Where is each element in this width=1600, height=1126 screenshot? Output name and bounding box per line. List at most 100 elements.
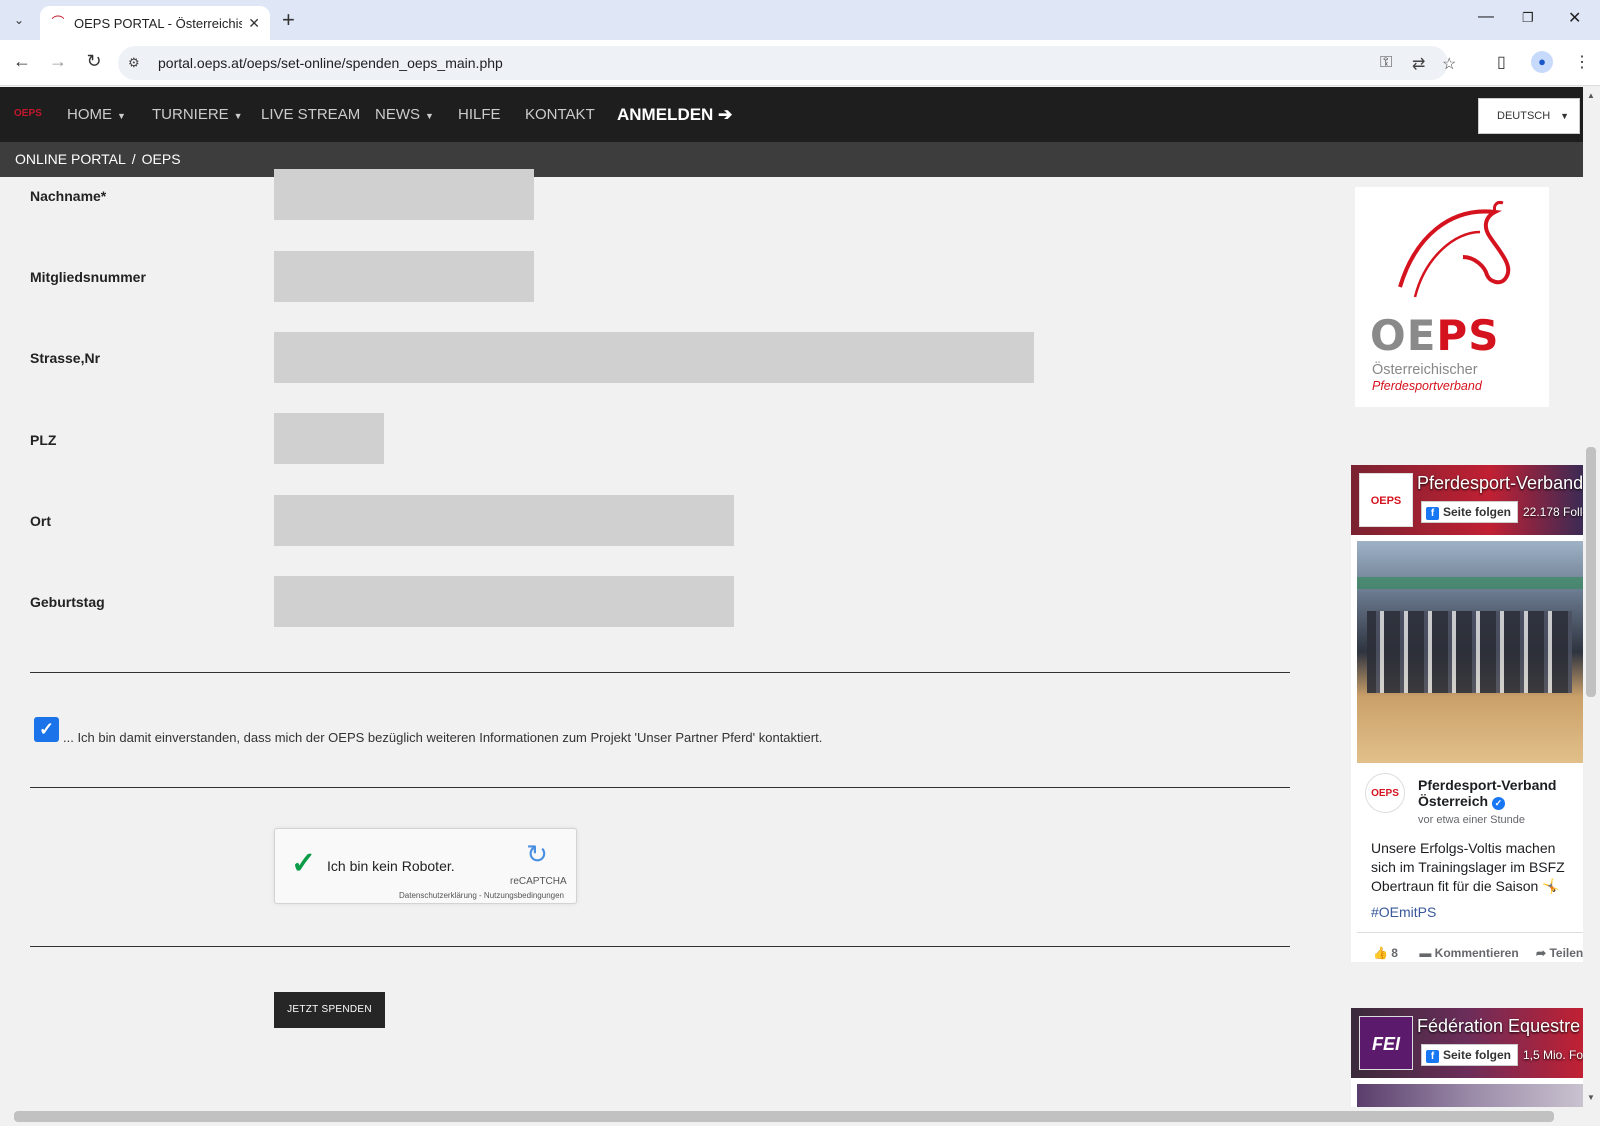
nav-live-stream-label: LIVE STREAM xyxy=(261,106,361,123)
consent-checkbox[interactable]: ✓ xyxy=(34,717,59,742)
forward-icon[interactable]: → xyxy=(46,51,70,72)
fb-follow-label: Seite folgen xyxy=(1443,1048,1512,1062)
nav-live-stream[interactable]: LIVE STREAM xyxy=(261,87,360,142)
geburtstag-input[interactable] xyxy=(274,576,734,627)
nav-turniere[interactable]: TURNIERE ▼ xyxy=(152,87,243,142)
photo-group xyxy=(1367,611,1572,693)
divider xyxy=(30,672,1290,673)
nav-hilfe-label: HILFE xyxy=(458,106,501,123)
caret-down-icon: ▼ xyxy=(117,111,126,121)
scroll-up-icon[interactable]: ▲ xyxy=(1587,91,1595,100)
facebook-icon: f xyxy=(1426,507,1439,520)
password-key-icon[interactable]: ⚿ xyxy=(1380,54,1392,72)
reload-icon[interactable]: ↻ xyxy=(82,51,106,72)
fb-comment-label[interactable]: Kommentieren xyxy=(1435,946,1519,960)
logo-oe: OE xyxy=(1370,311,1437,360)
scroll-down-icon[interactable]: ▼ xyxy=(1587,1093,1595,1102)
nav-kontakt-label: KONTAKT xyxy=(525,106,595,123)
tab-search-icon[interactable]: ⌄ xyxy=(6,8,32,32)
browser-tab[interactable]: ⌒ OEPS PORTAL - Österreichischer ✕ xyxy=(40,6,270,40)
minimize-icon[interactable]: — xyxy=(1478,8,1494,26)
fb-cover: FEI Fédération Equestre f Seite folgen 1,… xyxy=(1351,1008,1583,1078)
fb-like-count: 8 xyxy=(1391,946,1398,960)
logo-subtitle-2: Pferdesportverband xyxy=(1372,379,1482,393)
fb-actions: 👍 8 ▬ Kommentieren ➦ Teilen xyxy=(1373,946,1583,960)
facebook-widget[interactable]: OEPS Pferdesport-Verband f Seite folgen 2… xyxy=(1351,465,1583,962)
horizontal-scrollbar[interactable] xyxy=(0,1107,1583,1126)
language-label: DEUTSCH xyxy=(1497,110,1551,122)
divider xyxy=(30,946,1290,947)
fb-page-name[interactable]: Pferdesport-Verband xyxy=(1417,473,1583,494)
fb-hashtag[interactable]: #OEmitPS xyxy=(1371,904,1436,920)
breadcrumb-root[interactable]: ONLINE PORTAL xyxy=(15,151,126,167)
nav-home[interactable]: HOME ▼ xyxy=(67,87,126,142)
favicon-icon: ⌒ xyxy=(51,15,65,30)
nav-hilfe[interactable]: HILFE xyxy=(458,87,501,142)
breadcrumb-current[interactable]: OEPS xyxy=(142,151,181,167)
close-tab-icon[interactable]: ✕ xyxy=(248,15,260,32)
caret-down-icon: ▼ xyxy=(425,111,434,121)
nav-kontakt[interactable]: KONTAKT xyxy=(525,87,595,142)
browser-tab-strip: ⌄ ⌒ OEPS PORTAL - Österreichischer ✕ + —… xyxy=(0,0,1600,40)
fb-cover: OEPS Pferdesport-Verband f Seite folgen 2… xyxy=(1351,465,1583,535)
recaptcha-links[interactable]: Datenschutzerklärung - Nutzungsbedingung… xyxy=(399,891,564,900)
recaptcha-check-icon[interactable]: ✓ xyxy=(291,849,316,879)
label-geburtstag: Geburtstag xyxy=(30,594,105,610)
scrollbar-thumb[interactable] xyxy=(14,1111,1554,1122)
facebook-widget-fei[interactable]: FEI Fédération Equestre f Seite folgen 1,… xyxy=(1351,1008,1583,1107)
profile-avatar-icon[interactable]: ● xyxy=(1531,51,1553,73)
plz-input[interactable] xyxy=(274,413,384,464)
site-logo-icon[interactable]: OEPS xyxy=(14,101,42,127)
fb-post-avatar[interactable]: OEPS xyxy=(1365,773,1405,813)
omnibox[interactable]: ⚙ portal.oeps.at/oeps/set-online/spenden… xyxy=(118,46,1456,80)
translate-icon[interactable]: ⇄ xyxy=(1412,54,1425,74)
address-toolbar: ← → ↻ ⚙ portal.oeps.at/oeps/set-online/s… xyxy=(0,40,1600,86)
mitgliedsnummer-input[interactable] xyxy=(274,251,534,302)
comment-icon[interactable]: ▬ xyxy=(1419,946,1431,960)
fb-follow-button[interactable]: f Seite folgen xyxy=(1421,1044,1519,1066)
nav-login[interactable]: ANMELDEN ➔ xyxy=(617,87,732,142)
language-select[interactable]: DEUTSCH ▼ xyxy=(1478,98,1580,134)
recaptcha-widget[interactable]: ✓ Ich bin kein Roboter. ↻ reCAPTCHA Date… xyxy=(274,828,577,904)
recaptcha-logo-icon: ↻ xyxy=(526,839,548,869)
nav-news[interactable]: NEWS ▼ xyxy=(375,87,434,142)
url-text[interactable]: portal.oeps.at/oeps/set-online/spenden_o… xyxy=(158,55,503,71)
nav-news-label: NEWS xyxy=(375,106,420,123)
label-nachname: Nachname* xyxy=(30,188,107,204)
fb-post-text: Unsere Erfolgs-Voltis machen sich im Tra… xyxy=(1371,840,1565,894)
side-panel-icon[interactable]: ▯ xyxy=(1497,52,1506,72)
nav-login-label: ANMELDEN xyxy=(617,105,714,124)
menu-kebab-icon[interactable]: ⋮ xyxy=(1574,52,1590,72)
close-window-icon[interactable]: ✕ xyxy=(1568,8,1581,28)
site-info-icon[interactable]: ⚙ xyxy=(128,55,140,71)
like-icon[interactable]: 👍 xyxy=(1373,946,1388,960)
share-icon[interactable]: ➦ xyxy=(1536,946,1546,960)
verified-icon: ✓ xyxy=(1491,797,1505,810)
fb-page-name[interactable]: Fédération Equestre xyxy=(1417,1016,1580,1037)
strasse-input[interactable] xyxy=(274,332,1034,383)
fb-post-author[interactable]: Pferdesport-Verband Österreich ✓ xyxy=(1418,777,1556,810)
fb-follow-button[interactable]: f Seite folgen xyxy=(1421,501,1519,523)
site-navbar: OEPS HOME ▼ TURNIERE ▼ LIVE STREAM NEWS ▼ H… xyxy=(0,87,1583,142)
restore-icon[interactable]: ❐ xyxy=(1522,10,1534,26)
back-icon[interactable]: ← xyxy=(10,51,34,72)
fb-post-photo[interactable] xyxy=(1357,541,1583,763)
label-mitgliedsnummer: Mitgliedsnummer xyxy=(30,269,146,285)
oeps-logo[interactable]: OEPS Österreichischer Pferdesportverband xyxy=(1355,187,1549,407)
bookmark-star-icon[interactable]: ☆ xyxy=(1442,54,1456,74)
fei-logo-icon[interactable]: FEI xyxy=(1359,1016,1413,1070)
fb-share-label[interactable]: Teilen xyxy=(1549,946,1583,960)
sign-in-icon: ➔ xyxy=(718,105,733,124)
vertical-scrollbar[interactable]: ▲ ▼ xyxy=(1583,87,1600,1126)
ort-input[interactable] xyxy=(274,495,734,546)
fb-followers: 22.178 Follower xyxy=(1523,505,1583,519)
scrollbar-thumb[interactable] xyxy=(1586,447,1596,697)
fb-post-time[interactable]: vor etwa einer Stunde xyxy=(1418,814,1525,826)
nachname-input[interactable] xyxy=(274,169,534,220)
tab-title: OEPS PORTAL - Österreichischer xyxy=(74,15,243,31)
fb-page-avatar[interactable]: OEPS xyxy=(1359,473,1413,527)
donate-submit-button[interactable]: JETZT SPENDEN xyxy=(274,992,385,1028)
fb-post-photo[interactable] xyxy=(1357,1084,1583,1107)
new-tab-icon[interactable]: + xyxy=(282,8,295,32)
logo-wordmark: OEPS xyxy=(1370,311,1499,360)
